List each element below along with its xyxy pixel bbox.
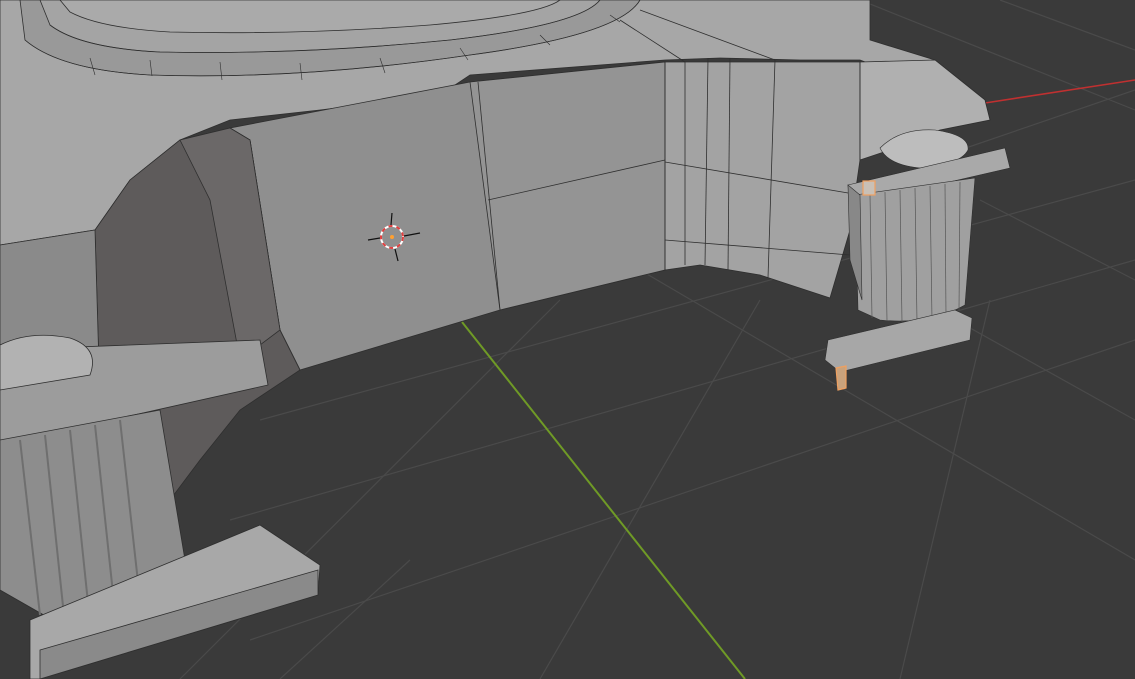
- spool-right-selected-face: [862, 180, 876, 196]
- 3d-viewport[interactable]: [0, 0, 1135, 679]
- main-mesh-corner-block: [664, 61, 861, 299]
- spool-right-selected-edge: [835, 365, 847, 391]
- main-mesh-wall-panel-right: [469, 61, 666, 311]
